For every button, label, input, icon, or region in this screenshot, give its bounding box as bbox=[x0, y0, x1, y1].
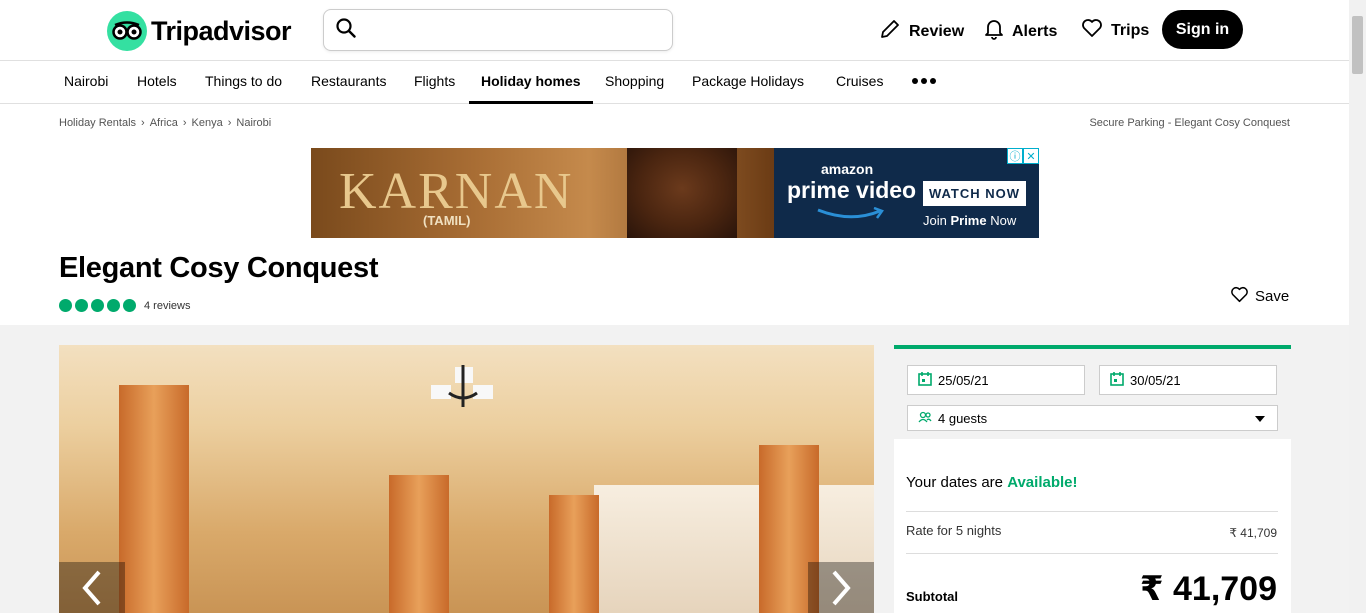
check-in-value: 25/05/21 bbox=[938, 372, 989, 388]
advertisement-banner[interactable]: KARNAN (TAMIL) amazon prime video WATCH … bbox=[311, 148, 1039, 238]
breadcrumb-separator: › bbox=[182, 117, 187, 129]
ad-join-bold: Prime bbox=[950, 213, 987, 228]
tab-things-to-do[interactable]: Things to do bbox=[205, 73, 282, 89]
photo-light-fixture bbox=[431, 365, 493, 407]
top-header: Tripadvisor Review Alerts Trips Sign in bbox=[0, 0, 1349, 61]
ad-watch-now-button[interactable]: WATCH NOW bbox=[923, 181, 1026, 206]
check-in-field[interactable]: 25/05/21 bbox=[907, 365, 1085, 395]
calendar-icon bbox=[918, 371, 932, 389]
calendar-icon bbox=[1110, 371, 1124, 389]
chevron-right-icon bbox=[832, 570, 851, 605]
photo-curtain bbox=[389, 475, 449, 613]
breadcrumb-current: Secure Parking - Elegant Cosy Conquest bbox=[1089, 117, 1290, 129]
trips-link[interactable]: Trips bbox=[1081, 18, 1149, 43]
tab-holiday-homes[interactable]: Holiday homes bbox=[481, 73, 581, 89]
ad-prime-panel: amazon prime video WATCH NOW Join Prime … bbox=[774, 148, 1039, 238]
breadcrumb: Holiday Rentals › Africa › Kenya › Nairobi bbox=[59, 117, 271, 129]
subtotal-value: ₹ 41,709 bbox=[1139, 570, 1277, 608]
heart-outline-icon bbox=[1230, 286, 1249, 307]
tab-nairobi[interactable]: Nairobi bbox=[64, 73, 108, 89]
photo-curtain bbox=[119, 385, 189, 613]
breadcrumb-kenya[interactable]: Kenya bbox=[192, 117, 223, 129]
breadcrumb-nairobi[interactable]: Nairobi bbox=[236, 117, 271, 129]
ad-amazon-text: amazon bbox=[821, 161, 874, 177]
tab-restaurants[interactable]: Restaurants bbox=[311, 73, 386, 89]
booking-inputs: 25/05/21 30/05/21 4 guests bbox=[894, 349, 1291, 439]
heart-icon bbox=[1081, 18, 1103, 43]
active-tab-underline bbox=[469, 101, 593, 104]
ad-actor-image bbox=[627, 148, 737, 238]
rate-value: ₹ 41,709 bbox=[1229, 526, 1277, 540]
photo-curtain bbox=[549, 495, 599, 613]
listing-photo[interactable] bbox=[59, 345, 874, 613]
save-label: Save bbox=[1255, 288, 1290, 305]
tab-package-holidays[interactable]: Package Holidays bbox=[692, 73, 804, 89]
save-button[interactable]: Save bbox=[1230, 286, 1289, 307]
alerts-link[interactable]: Alerts bbox=[984, 18, 1057, 45]
tripadvisor-logo[interactable]: Tripadvisor bbox=[107, 11, 292, 51]
subtotal-label: Subtotal bbox=[906, 589, 958, 604]
amazon-smile-icon bbox=[817, 207, 884, 219]
breadcrumb-africa[interactable]: Africa bbox=[150, 117, 178, 129]
tab-hotels[interactable]: Hotels bbox=[137, 73, 177, 89]
guests-select[interactable]: 4 guests bbox=[907, 405, 1278, 431]
category-nav: Nairobi Hotels Things to do Restaurants … bbox=[0, 61, 1349, 104]
rating-bubble-icon bbox=[91, 299, 104, 312]
ad-join-prefix: Join bbox=[923, 213, 951, 228]
breadcrumb-separator: › bbox=[227, 117, 232, 129]
ad-movie-panel: KARNAN (TAMIL) bbox=[311, 148, 774, 238]
search-input[interactable] bbox=[366, 21, 656, 39]
more-menu-icon[interactable] bbox=[912, 78, 936, 84]
divider bbox=[906, 511, 1278, 512]
tab-cruises[interactable]: Cruises bbox=[836, 73, 883, 89]
rating-bubble-icon bbox=[107, 299, 120, 312]
logo-text: Tripadvisor bbox=[151, 15, 292, 46]
chevron-left-icon bbox=[82, 570, 101, 605]
divider bbox=[906, 553, 1278, 554]
availability-prefix: Your dates are bbox=[906, 474, 1008, 491]
guests-value: 4 guests bbox=[938, 410, 988, 426]
ad-join-text: Join Prime Now bbox=[923, 213, 1016, 228]
search-box[interactable] bbox=[323, 9, 673, 51]
alerts-label: Alerts bbox=[1012, 22, 1058, 40]
review-link[interactable]: Review bbox=[879, 18, 964, 45]
owl-logo-icon bbox=[107, 11, 147, 51]
rate-label: Rate for 5 nights bbox=[906, 523, 1002, 538]
next-photo-button[interactable] bbox=[808, 562, 874, 613]
guests-icon bbox=[918, 411, 932, 426]
tab-shopping[interactable]: Shopping bbox=[605, 73, 664, 89]
prev-photo-button[interactable] bbox=[59, 562, 125, 613]
search-icon bbox=[336, 17, 356, 43]
chevron-down-icon bbox=[1255, 416, 1265, 422]
review-label: Review bbox=[909, 22, 965, 40]
bell-icon bbox=[984, 18, 1004, 45]
ad-movie-subtitle: (TAMIL) bbox=[423, 213, 471, 228]
rating-bubble-icon bbox=[75, 299, 88, 312]
breadcrumb-separator: › bbox=[141, 117, 145, 129]
sign-in-button[interactable]: Sign in bbox=[1162, 10, 1243, 49]
page-scrollbar[interactable] bbox=[1349, 0, 1366, 613]
breadcrumb-holiday-rentals[interactable]: Holiday Rentals bbox=[59, 117, 136, 129]
trips-label: Trips bbox=[1111, 21, 1150, 39]
rating-bubble-icon bbox=[59, 299, 72, 312]
page-title: Elegant Cosy Conquest bbox=[59, 252, 379, 284]
availability-status: Your dates are Available! bbox=[906, 474, 1078, 491]
ad-close-icon[interactable]: ✕ bbox=[1023, 148, 1039, 164]
ad-join-suffix: Now bbox=[986, 213, 1017, 228]
rating-bubble-icon bbox=[123, 299, 136, 312]
review-count[interactable]: 4 reviews bbox=[144, 300, 190, 312]
rating-summary[interactable]: 4 reviews bbox=[59, 299, 190, 312]
booking-panel: 25/05/21 30/05/21 4 guests Your dates ar… bbox=[894, 345, 1291, 613]
ad-info-icon[interactable]: ⓘ bbox=[1007, 148, 1023, 164]
scrollbar-thumb[interactable] bbox=[1352, 16, 1363, 74]
tab-flights[interactable]: Flights bbox=[414, 73, 455, 89]
ad-prime-video-text: prime video bbox=[787, 177, 917, 203]
ad-controls: ⓘ ✕ bbox=[1007, 148, 1039, 164]
check-out-field[interactable]: 30/05/21 bbox=[1099, 365, 1277, 395]
availability-badge: Available! bbox=[1007, 474, 1078, 491]
check-out-value: 30/05/21 bbox=[1130, 372, 1181, 388]
pencil-icon bbox=[879, 18, 901, 45]
